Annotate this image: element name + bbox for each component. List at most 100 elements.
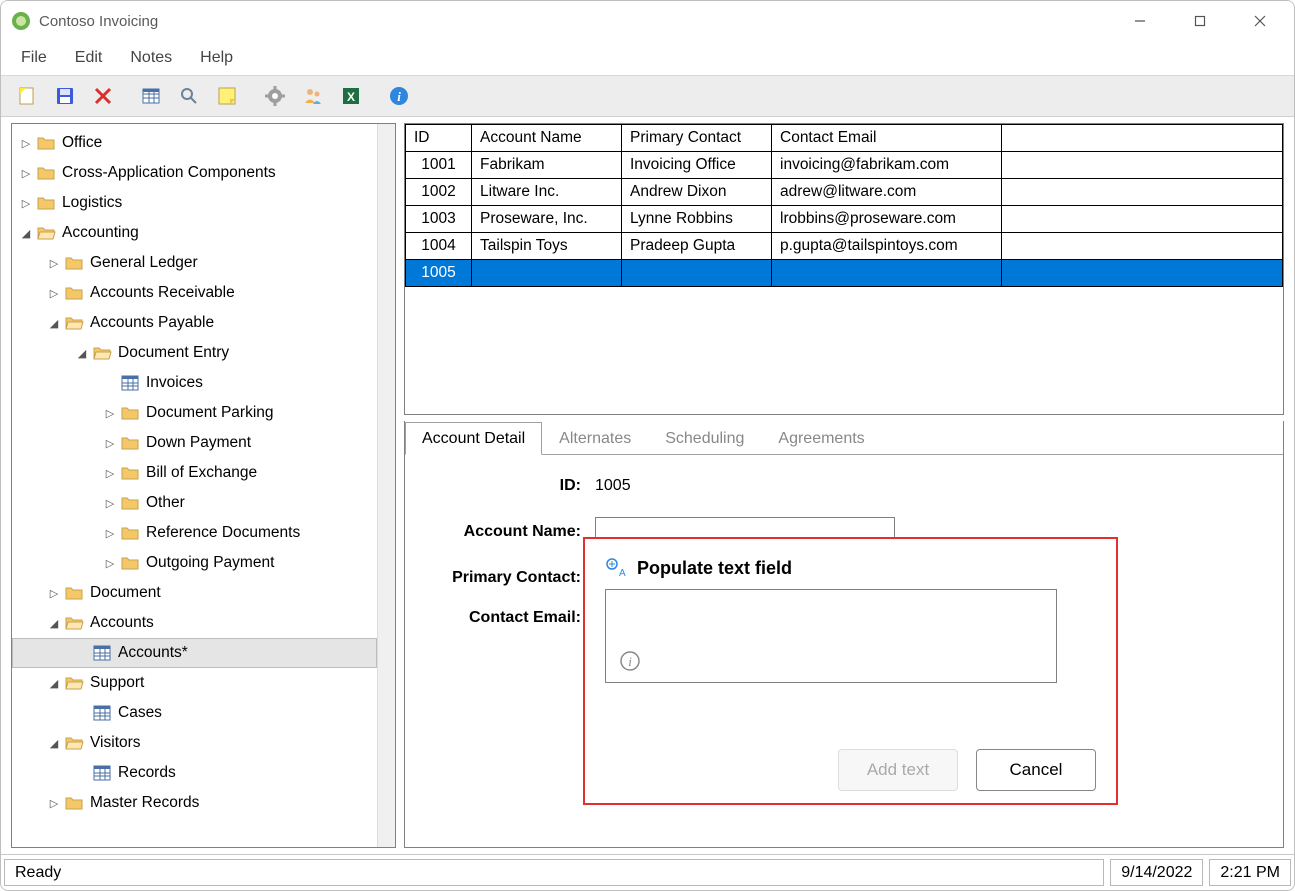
tree-node[interactable]: ▷ Outgoing Payment [12, 548, 377, 578]
tree-node[interactable]: ▷General Ledger [12, 248, 377, 278]
info-button[interactable]: i [381, 79, 417, 113]
tree-arrow-icon[interactable]: ▷ [46, 287, 62, 300]
tree-arrow-icon[interactable]: ◢ [46, 737, 62, 750]
search-button[interactable] [171, 79, 207, 113]
new-document-icon [16, 85, 38, 107]
tree-arrow-icon[interactable]: ▷ [46, 257, 62, 270]
folder-open-icon [36, 223, 56, 243]
tree-label: Records [118, 764, 176, 782]
table-icon [120, 373, 140, 393]
settings-button[interactable] [257, 79, 293, 113]
tree-label: Outgoing Payment [146, 554, 274, 572]
grid-row[interactable]: 1004Tailspin ToysPradeep Guptap.gupta@ta… [406, 233, 1283, 260]
excel-button[interactable]: X [333, 79, 369, 113]
tree-scrollbar[interactable] [377, 124, 395, 847]
tree-arrow-icon[interactable]: ▷ [18, 137, 34, 150]
close-button[interactable] [1230, 2, 1290, 40]
menu-notes[interactable]: Notes [116, 45, 186, 71]
minimize-button[interactable] [1110, 2, 1170, 40]
users-button[interactable] [295, 79, 331, 113]
tree-node[interactable]: ▷Down Payment [12, 428, 377, 458]
col-contact-email[interactable]: Contact Email [772, 125, 1002, 152]
folder-icon [64, 283, 84, 303]
minimize-icon [1134, 15, 1146, 27]
tree-node[interactable]: ◢Support [12, 668, 377, 698]
menu-file[interactable]: File [7, 45, 61, 71]
tree-arrow-icon[interactable]: ▷ [102, 407, 118, 420]
data-grid[interactable]: ID Account Name Primary Contact Contact … [404, 123, 1284, 415]
detail-panel: Account Detail Alternates Scheduling Agr… [404, 421, 1284, 848]
tree-arrow-icon[interactable]: ◢ [46, 617, 62, 630]
tab-alternates[interactable]: Alternates [542, 422, 648, 455]
maximize-button[interactable] [1170, 2, 1230, 40]
folder-icon [120, 403, 140, 423]
nav-tree[interactable]: ▷ Office ▷Cross-Application Components▷Log… [12, 124, 377, 847]
tree-node[interactable]: ▷ Office [12, 128, 377, 158]
popup-textarea[interactable] [605, 589, 1057, 683]
note-button[interactable] [209, 79, 245, 113]
tree-arrow-icon[interactable]: ◢ [18, 227, 34, 240]
tree-arrow-icon[interactable]: ◢ [46, 677, 62, 690]
tree-node[interactable]: ◢Accounts [12, 608, 377, 638]
tab-account-detail[interactable]: Account Detail [405, 422, 542, 455]
grid-row[interactable]: 1003Proseware, Inc.Lynne Robbinslrobbins… [406, 206, 1283, 233]
tree-arrow-icon[interactable]: ▷ [46, 797, 62, 810]
tree-node[interactable]: ◢Document Entry [12, 338, 377, 368]
tree-arrow-icon[interactable]: ▷ [102, 557, 118, 570]
tree-node[interactable]: ◢Visitors [12, 728, 377, 758]
grid-row[interactable]: 1001FabrikamInvoicing Officeinvoicing@fa… [406, 152, 1283, 179]
titlebar: Contoso Invoicing [1, 1, 1294, 41]
grid-button[interactable] [133, 79, 169, 113]
tree-arrow-icon[interactable]: ▷ [102, 497, 118, 510]
tree-node[interactable]: ▷Reference Documents [12, 518, 377, 548]
col-id[interactable]: ID [406, 125, 472, 152]
tree-node[interactable]: ▷Invoices [12, 368, 377, 398]
tree-node[interactable]: ▷Cases [12, 698, 377, 728]
tab-scheduling[interactable]: Scheduling [648, 422, 761, 455]
col-account-name[interactable]: Account Name [472, 125, 622, 152]
tree-node[interactable]: ▷Records [12, 758, 377, 788]
folder-open-icon [92, 343, 112, 363]
folder-icon [120, 463, 140, 483]
tab-agreements[interactable]: Agreements [761, 422, 881, 455]
popup-info-icon[interactable]: i [619, 650, 641, 672]
new-button[interactable] [9, 79, 45, 113]
add-text-button[interactable]: Add text [838, 749, 958, 791]
tree-node[interactable]: ▷Document Parking [12, 398, 377, 428]
cancel-button[interactable]: Cancel [976, 749, 1096, 791]
tree-arrow-icon[interactable]: ▷ [46, 587, 62, 600]
tree-node[interactable]: ▷Other [12, 488, 377, 518]
search-icon [178, 85, 200, 107]
tree-node[interactable]: ▷Document [12, 578, 377, 608]
tree-arrow-icon[interactable]: ▷ [18, 197, 34, 210]
menu-edit[interactable]: Edit [61, 45, 117, 71]
tree-label: Office [62, 134, 102, 152]
tree-arrow-icon[interactable]: ▷ [102, 527, 118, 540]
save-button[interactable] [47, 79, 83, 113]
tree-node[interactable]: ▷ Bill of Exchange [12, 458, 377, 488]
delete-button[interactable] [85, 79, 121, 113]
main-area: ▷ Office ▷Cross-Application Components▷Log… [1, 117, 1294, 854]
tree-node[interactable]: ◢Accounts Payable [12, 308, 377, 338]
svg-text:X: X [347, 90, 355, 104]
tree-arrow-icon[interactable]: ◢ [74, 347, 90, 360]
cell-contact: Pradeep Gupta [622, 233, 772, 260]
tree-arrow-icon[interactable]: ▷ [18, 167, 34, 180]
tree-label: Bill of Exchange [146, 464, 257, 482]
tree-node[interactable]: ▷Accounts Receivable [12, 278, 377, 308]
grid-row[interactable]: 1005 [406, 260, 1283, 287]
grid-row[interactable]: 1002Litware Inc.Andrew Dixonadrew@litwar… [406, 179, 1283, 206]
tree-arrow-icon[interactable]: ▷ [102, 437, 118, 450]
menu-help[interactable]: Help [186, 45, 247, 71]
tree-arrow-icon[interactable]: ▷ [102, 467, 118, 480]
tree-node[interactable]: ▷Cross-Application Components [12, 158, 377, 188]
app-window: Contoso Invoicing File Edit Notes Help X… [0, 0, 1295, 891]
cell-contact: Invoicing Office [622, 152, 772, 179]
folder-open-icon [64, 733, 84, 753]
tree-arrow-icon[interactable]: ◢ [46, 317, 62, 330]
tree-node[interactable]: ◢Accounting [12, 218, 377, 248]
col-primary-contact[interactable]: Primary Contact [622, 125, 772, 152]
tree-node[interactable]: ▷Accounts* [12, 638, 377, 668]
tree-node[interactable]: ▷Logistics [12, 188, 377, 218]
tree-node[interactable]: ▷Master Records [12, 788, 377, 818]
